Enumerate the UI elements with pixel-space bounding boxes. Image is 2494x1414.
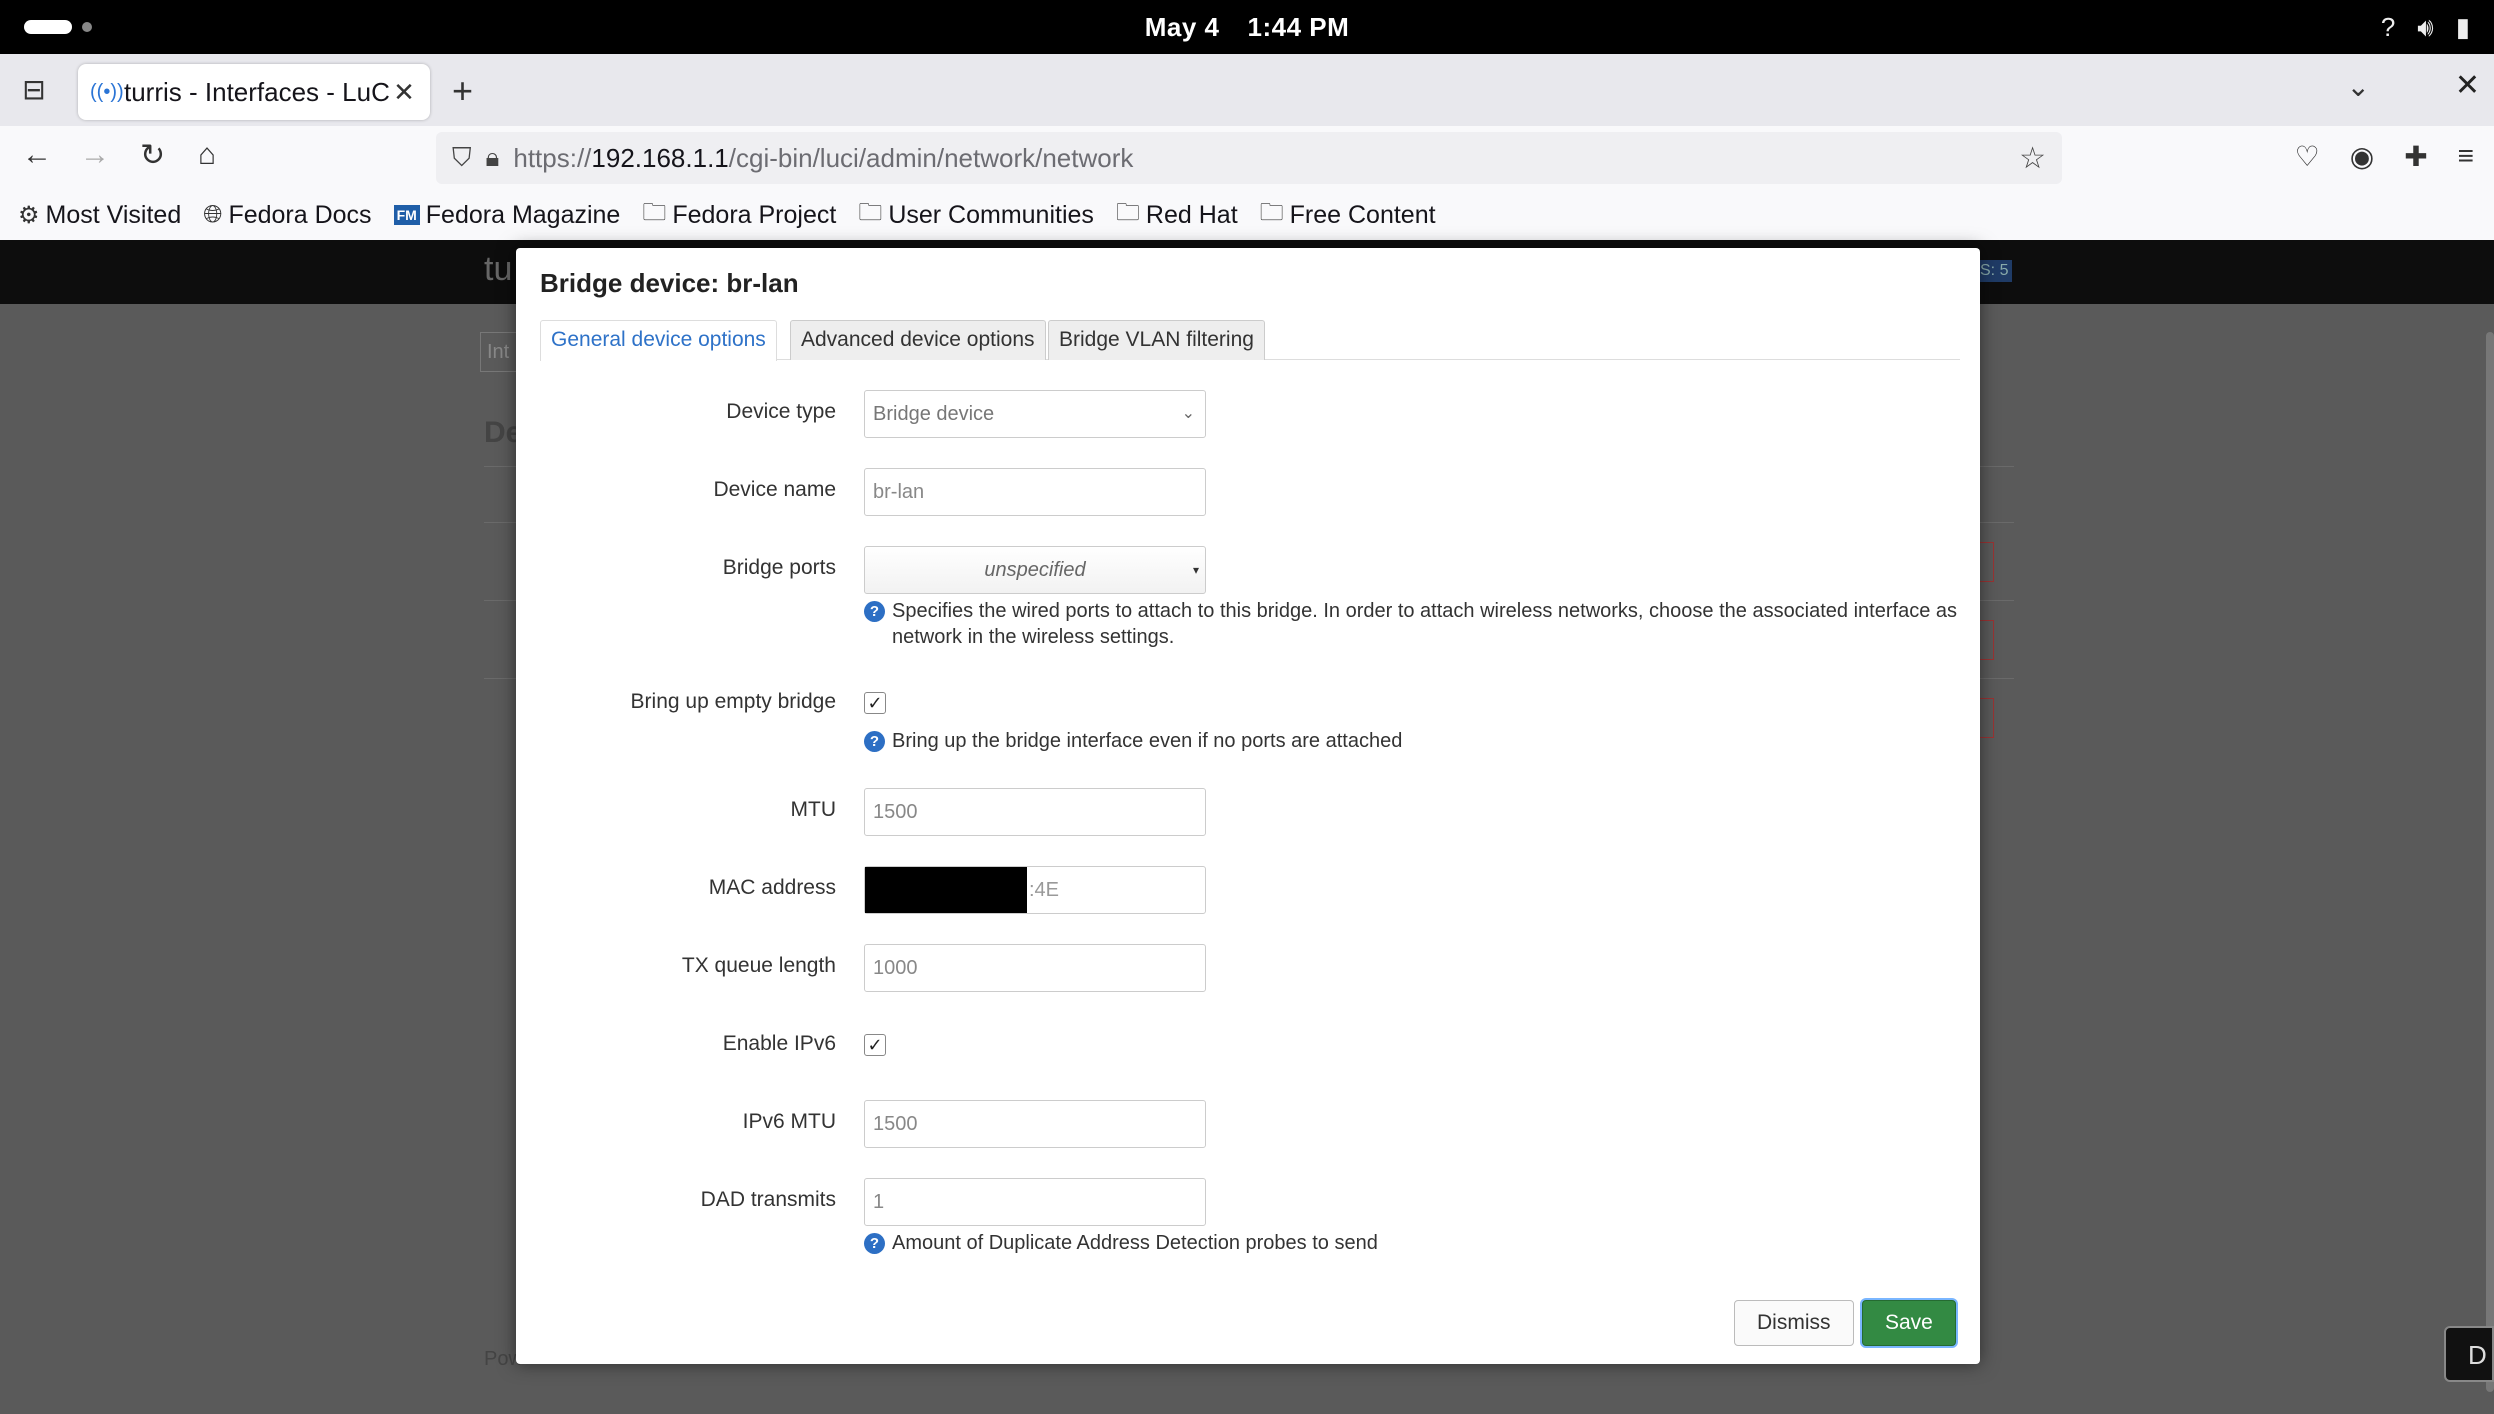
folder-icon: 🗀 [858, 198, 883, 226]
folder-icon: 🗀 [1115, 198, 1140, 226]
ipv6-mtu-input[interactable]: 1500 [864, 1100, 1206, 1148]
new-tab-icon[interactable]: + [452, 70, 473, 112]
tx-queue-length-label: TX queue length [681, 954, 836, 977]
bookmark-star-icon[interactable]: ☆ [2019, 141, 2046, 176]
bridge-ports-value: unspecified [984, 559, 1086, 581]
device-name-input[interactable]: br-lan [864, 468, 1206, 516]
dialog-tabs: General device options Advanced device o… [540, 320, 1960, 361]
window-close-icon[interactable]: ✕ [2455, 68, 2480, 103]
device-type-value: Bridge device [873, 403, 995, 425]
side-button[interactable]: D [2444, 1326, 2494, 1382]
device-type-label: Device type [726, 400, 836, 423]
dad-help-text: Amount of Duplicate Address Detection pr… [892, 1232, 1378, 1254]
dialog-title: Bridge device: br-lan [540, 268, 799, 298]
mtu-input[interactable]: 1500 [864, 788, 1206, 836]
bookmark-fedora-project[interactable]: 🗀 Fedora Project [642, 195, 836, 236]
tab-list-icon[interactable]: ⊟ [16, 72, 52, 108]
bring-up-empty-bridge-help: ? Bring up the bridge interface even if … [864, 728, 1964, 754]
device-name-label: Device name [713, 478, 836, 501]
url-text[interactable]: https://192.168.1.1/cgi-bin/luci/admin/n… [513, 143, 2019, 174]
dad-transmits-help: ? Amount of Duplicate Address Detection … [864, 1230, 1964, 1256]
bridge-ports-help-text: Specifies the wired ports to attach to t… [892, 600, 1957, 648]
bookmark-most-visited[interactable]: ⚙ Most Visited [18, 201, 181, 230]
luci-brand: tu [484, 250, 513, 288]
system-tray[interactable]: ? 🔊︎ ▮ [2381, 12, 2470, 44]
bridge-ports-help: ? Specifies the wired ports to attach to… [864, 598, 1964, 650]
browser-nav-bar: ← → ↻ ⌂ ⛉ 🔒︎ https://192.168.1.1/cgi-bin… [0, 126, 2494, 190]
ipv6-mtu-label: IPv6 MTU [742, 1110, 836, 1133]
pocket-icon[interactable]: ♡ [2295, 140, 2320, 173]
date-label: May 4 [1144, 12, 1220, 42]
help-icon: ? [864, 601, 885, 622]
reload-icon[interactable]: ↻ [140, 138, 165, 173]
bridge-device-dialog: Bridge device: br-lan General device opt… [516, 248, 1980, 1364]
tab-title: turris - Interfaces - LuCI [124, 76, 390, 107]
menu-icon[interactable]: ≡ [2458, 140, 2474, 173]
tab-general-device-options[interactable]: General device options [540, 320, 777, 361]
volume-icon: 🔊︎ [2417, 12, 2434, 42]
globe-icon: 🌐︎ [203, 201, 223, 228]
help-icon: ? [864, 731, 885, 752]
bookmark-fedora-magazine[interactable]: FM Fedora Magazine [393, 201, 620, 230]
bridge-ports-dropdown[interactable]: unspecified ▾ [864, 546, 1206, 594]
battery-icon: ▮ [2455, 12, 2470, 42]
help-icon: ? [864, 1233, 885, 1254]
fedora-magazine-icon: FM [393, 205, 420, 225]
close-tab-icon[interactable]: ✕ [390, 77, 418, 108]
dropdown-arrow-icon: ▾ [1192, 563, 1199, 577]
scrollbar[interactable] [2486, 332, 2494, 1392]
mac-address-input[interactable]: :4E [864, 866, 1206, 914]
toolbar-right: ♡ ◉ ✚ ≡ [2295, 140, 2474, 173]
bring-up-help-text: Bring up the bridge interface even if no… [892, 730, 1403, 752]
account-icon[interactable]: ◉ [2350, 140, 2374, 173]
bridge-ports-label: Bridge ports [722, 556, 836, 579]
bookmark-user-communities[interactable]: 🗀 User Communities [858, 195, 1094, 236]
row-button [1980, 698, 1994, 738]
bookmarks-toolbar: ⚙ Most Visited 🌐︎ Fedora Docs FM Fedora Mag… [0, 190, 2494, 240]
folder-icon: 🗀 [642, 198, 667, 226]
time-label: 1:44 PM [1247, 12, 1350, 42]
clock[interactable]: May 4 1:44 PM [0, 12, 2494, 43]
chevron-down-icon[interactable]: ⌄ [2347, 70, 2370, 103]
row-button [1980, 620, 1994, 660]
mac-address-label: MAC address [708, 876, 836, 899]
back-icon[interactable]: ← [22, 138, 52, 172]
extensions-icon[interactable]: ✚ [2404, 140, 2427, 173]
tab-advanced-device-options[interactable]: Advanced device options [790, 320, 1046, 360]
mtu-label: MTU [790, 798, 837, 821]
bring-up-empty-bridge-label: Bring up empty bridge [630, 690, 836, 713]
url-bar[interactable]: ⛉ 🔒︎ https://192.168.1.1/cgi-bin/luci/ad… [436, 132, 2062, 184]
home-icon[interactable]: ⌂ [198, 138, 216, 172]
gear-icon: ⚙ [18, 201, 40, 229]
broadcast-icon: ((•)) [90, 80, 124, 103]
forward-icon[interactable]: → [80, 138, 110, 172]
dad-transmits-label: DAD transmits [700, 1188, 836, 1211]
dad-transmits-input[interactable]: 1 [864, 1178, 1206, 1226]
redaction-block [865, 867, 1027, 913]
mac-suffix: :4E [1029, 879, 1060, 901]
row-button [1980, 542, 1994, 582]
tab-bridge-vlan-filtering[interactable]: Bridge VLAN filtering [1048, 320, 1265, 360]
wifi-question-icon: ? [2380, 12, 2396, 42]
bookmark-free-content[interactable]: 🗀 Free Content [1260, 195, 1436, 236]
enable-ipv6-checkbox[interactable]: ✓ [864, 1034, 886, 1056]
shield-icon[interactable]: ⛉ [452, 142, 472, 174]
folder-icon: 🗀 [1259, 198, 1284, 226]
luci-badge: S: 5 [1976, 260, 2013, 282]
lock-icon[interactable]: 🔒︎ [486, 142, 500, 174]
browser-tab-bar: ⊟ ((•)) turris - Interfaces - LuCI ✕ + ⌄… [0, 54, 2494, 126]
dismiss-button[interactable]: Dismiss [1734, 1300, 1854, 1346]
bookmark-fedora-docs[interactable]: 🌐︎ Fedora Docs [203, 201, 371, 230]
bring-up-empty-bridge-checkbox[interactable]: ✓ [864, 692, 886, 714]
system-top-bar: May 4 1:44 PM ? 🔊︎ ▮ [0, 0, 2494, 54]
chevron-down-icon: ⌄ [1181, 405, 1195, 422]
luci-tab: Int [480, 332, 520, 372]
enable-ipv6-label: Enable IPv6 [722, 1032, 836, 1055]
tab-active[interactable]: ((•)) turris - Interfaces - LuCI ✕ [78, 64, 430, 120]
tx-queue-length-input[interactable]: 1000 [864, 944, 1206, 992]
save-button[interactable]: Save [1862, 1300, 1956, 1346]
device-type-select[interactable]: Bridge device ⌄ [864, 390, 1206, 438]
bookmark-red-hat[interactable]: 🗀 Red Hat [1116, 195, 1238, 236]
